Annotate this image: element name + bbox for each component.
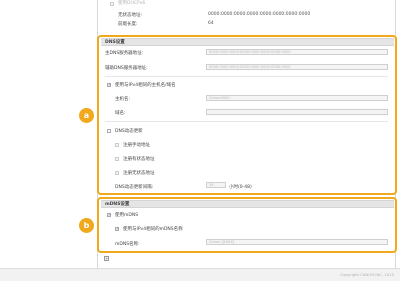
callout-badge-a: a bbox=[79, 108, 94, 123]
highlight-frame-b bbox=[97, 197, 397, 253]
prefix-length-value: 64 bbox=[208, 21, 214, 26]
highlight-frame-a bbox=[97, 35, 397, 195]
footer: Copyright CANON INC. 2015 bbox=[0, 268, 400, 281]
prefix-length-label: 前缀长度: bbox=[118, 22, 138, 27]
dhcpv6-label: 使用DHCPv6 bbox=[118, 1, 146, 6]
dhcpv6-checkbox[interactable] bbox=[110, 2, 114, 6]
copyright-text: Copyright CANON INC. 2015 bbox=[340, 272, 394, 277]
expand-icon[interactable]: + bbox=[104, 256, 109, 261]
stateless-address-label: 无状态地址: bbox=[118, 13, 143, 18]
stateless-address-value: 0000:0000:0000:0000:0000:0000:0000:0000 bbox=[208, 12, 311, 17]
callout-badge-b: b bbox=[79, 218, 94, 233]
page: 使用DHCPv6 无状态地址: 0000:0000:0000:0000:0000… bbox=[0, 0, 400, 281]
